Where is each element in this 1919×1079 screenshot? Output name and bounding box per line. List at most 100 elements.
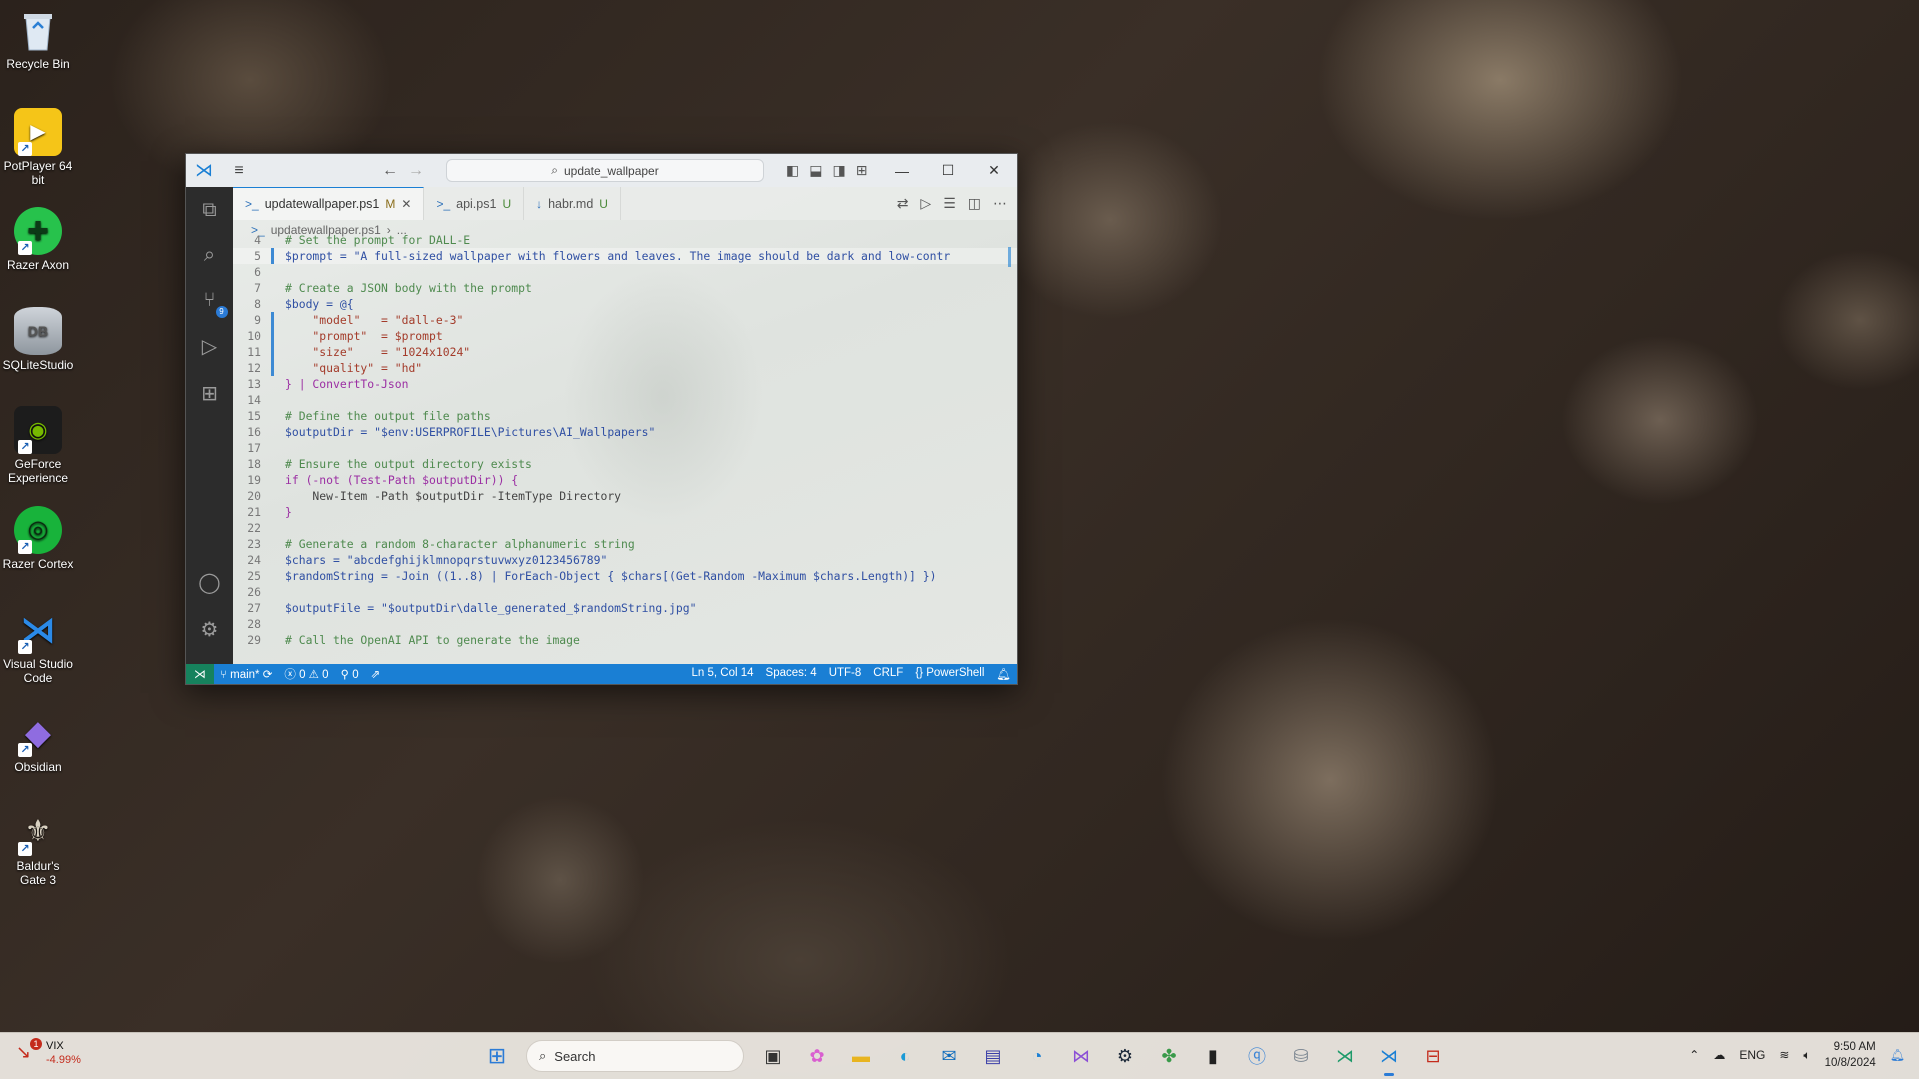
hamburger-menu-icon[interactable]: ≡: [222, 162, 256, 180]
customize-layout-icon[interactable]: ⊞: [856, 162, 868, 179]
wifi-icon[interactable]: ≋: [1779, 1048, 1789, 1062]
code-line[interactable]: 6: [233, 264, 1017, 280]
code-line[interactable]: 19 if (-not (Test-Path $outputDir)) {: [233, 472, 1017, 488]
desktop-icon-obsidian[interactable]: ◆ ↗ Obsidian: [2, 709, 74, 774]
ports-status[interactable]: ⚲ 0: [335, 667, 365, 681]
desktop-icon-potplayer[interactable]: ▶ ↗ PotPlayer 64 bit: [2, 108, 74, 187]
code-line[interactable]: 26: [233, 584, 1017, 600]
account-icon[interactable]: ◯: [196, 570, 224, 595]
code-line[interactable]: 12 "quality" = "hd": [233, 360, 1017, 376]
toggle-secondary-sidebar-icon[interactable]: ◨: [832, 162, 845, 179]
clock[interactable]: 9:50 AM 10/8/2024: [1825, 1039, 1876, 1071]
code-line[interactable]: 27 $outputFile = "$outputDir\dalle_genera…: [233, 600, 1017, 616]
onedrive-cloud-icon[interactable]: ☁: [1713, 1048, 1725, 1062]
terminal-icon[interactable]: ▮: [1198, 1041, 1228, 1071]
volume-icon[interactable]: 🔈︎: [1803, 1048, 1810, 1063]
sqlitestudio-taskbar-icon[interactable]: ⛁: [1286, 1041, 1316, 1071]
tab-updatewallpaper[interactable]: >_ updatewallpaper.ps1 M ✕: [233, 187, 425, 220]
file-explorer-icon[interactable]: ▬: [846, 1041, 876, 1071]
desktop-icon-vscode[interactable]: ⋊ ↗ Visual Studio Code: [2, 606, 74, 686]
code-line[interactable]: 29 # Call the OpenAI API to generate the …: [233, 632, 1017, 648]
back-arrow-icon[interactable]: ←: [382, 162, 398, 180]
code-line[interactable]: 16 $outputDir = "$env:USERPROFILE\Picture…: [233, 424, 1017, 440]
split-editor-icon[interactable]: ◫: [968, 195, 981, 212]
code-line[interactable]: 7 # Create a JSON body with the prompt: [233, 280, 1017, 296]
edge-icon[interactable]: ◐: [890, 1041, 920, 1071]
run-debug-icon[interactable]: ▷: [196, 334, 224, 359]
explorer-icon[interactable]: ⧉: [196, 199, 224, 222]
tab-habr[interactable]: ↓ habr.md U: [524, 187, 621, 220]
indentation-status[interactable]: Spaces: 4: [760, 667, 823, 681]
notifications-bell-icon[interactable]: 🔔︎: [990, 667, 1017, 681]
code-line[interactable]: 14: [233, 392, 1017, 408]
maximize-icon[interactable]: ☐: [925, 154, 971, 187]
qbittorrent-icon[interactable]: ⓠ: [1242, 1041, 1272, 1071]
code-line[interactable]: 4 # Set the prompt for DALL-E: [233, 232, 1017, 248]
desktop-icon-recycle-bin[interactable]: Recycle Bin: [2, 6, 74, 71]
task-view-icon[interactable]: ▣: [758, 1041, 788, 1071]
notifications-bell-icon[interactable]: 🔔︎: [1890, 1048, 1905, 1062]
vscode-taskbar-icon[interactable]: ⋊: [1374, 1041, 1404, 1076]
code-line[interactable]: 17: [233, 440, 1017, 456]
search-icon[interactable]: ⌕: [196, 244, 224, 267]
forward-arrow-icon[interactable]: →: [408, 162, 424, 180]
problems-status[interactable]: ⓧ 0 ⚠ 0: [278, 666, 334, 682]
code-editor[interactable]: 4 # Set the prompt for DALL-E 5 $prompt = "…: [233, 232, 1017, 664]
visual-studio-icon[interactable]: ⋈: [1066, 1041, 1096, 1071]
code-line[interactable]: 24 $chars = "abcdefghijklmnopqrstuvwxyz01…: [233, 552, 1017, 568]
plugin-app-icon[interactable]: ✤: [1154, 1041, 1184, 1071]
live-share-icon[interactable]: ⇗: [365, 667, 387, 681]
compare-changes-icon[interactable]: ⇄: [897, 195, 909, 212]
code-line[interactable]: 5 $prompt = "A full-sized wallpaper with …: [233, 248, 1017, 264]
remote-icon[interactable]: ⋊: [186, 664, 214, 684]
steam-icon[interactable]: ⚙: [1110, 1041, 1140, 1071]
code-line[interactable]: 21}: [233, 504, 1017, 520]
windows-start-icon[interactable]: ⊞: [482, 1041, 512, 1071]
cursor-position[interactable]: Ln 5, Col 14: [686, 667, 760, 681]
close-icon[interactable]: ✕: [401, 197, 411, 211]
code-line[interactable]: 22: [233, 520, 1017, 536]
gear-icon[interactable]: ⚙: [196, 617, 224, 642]
chevron-up-icon[interactable]: ⌃: [1689, 1048, 1699, 1062]
code-line[interactable]: 18 # Ensure the output directory exists: [233, 456, 1017, 472]
language-indicator[interactable]: ENG: [1739, 1048, 1765, 1062]
encoding-status[interactable]: UTF-8: [823, 667, 868, 681]
tab-api[interactable]: >_ api.ps1 U: [424, 187, 525, 220]
code-line[interactable]: 20 New-Item -Path $outputDir -ItemType D…: [233, 488, 1017, 504]
code-line[interactable]: 28: [233, 616, 1017, 632]
eol-status[interactable]: CRLF: [867, 667, 909, 681]
save-disk-icon[interactable]: ▤: [978, 1041, 1008, 1071]
code-line[interactable]: 25 $randomString = -Join ((1..8) | ForEac…: [233, 568, 1017, 584]
copilot-icon[interactable]: ✿: [802, 1041, 832, 1071]
toggle-panel-icon[interactable]: ⬓: [809, 162, 822, 179]
close-icon[interactable]: ✕: [971, 154, 1017, 187]
desktop-icon-geforce[interactable]: ◉ ↗ GeForce Experience: [2, 406, 74, 485]
command-center-search[interactable]: ⌕ update_wallpaper: [446, 159, 764, 182]
remote-desktop-icon[interactable]: ◔: [1022, 1041, 1052, 1071]
outlook-icon[interactable]: ✉: [934, 1041, 964, 1071]
code-line[interactable]: 10 "prompt" = $prompt: [233, 328, 1017, 344]
code-line[interactable]: 8 $body = @{: [233, 296, 1017, 312]
language-mode[interactable]: {} PowerShell: [909, 667, 990, 681]
scrollbar[interactable]: [1008, 247, 1011, 267]
source-control-icon[interactable]: ⑂ 9: [196, 289, 228, 318]
code-line[interactable]: 9 "model" = "dall-e-3": [233, 312, 1017, 328]
code-line[interactable]: 23 # Generate a random 8-character alphan…: [233, 536, 1017, 552]
code-line[interactable]: 11 "size" = "1024x1024": [233, 344, 1017, 360]
branch-status[interactable]: ⑂ main* ⟳: [214, 667, 278, 681]
toggle-primary-sidebar-icon[interactable]: ◧: [786, 162, 799, 179]
minimize-icon[interactable]: —: [879, 154, 925, 187]
vscode-insiders-icon[interactable]: ⋊: [1330, 1041, 1360, 1071]
stock-widget[interactable]: ↘ 1 VIX -4.99%: [16, 1038, 81, 1067]
extensions-icon[interactable]: ⊞: [196, 381, 224, 406]
taskbar-search[interactable]: ⌕ Search: [526, 1040, 744, 1072]
code-line[interactable]: 15 # Define the output file paths: [233, 408, 1017, 424]
desktop-icon-baldurs-gate[interactable]: ⚜ ↗ Baldur's Gate 3: [2, 808, 74, 888]
run-selection-icon[interactable]: ☰: [943, 195, 956, 212]
desktop-icon-sqlitestudio[interactable]: DB SQLiteStudio: [2, 307, 74, 372]
code-line[interactable]: 13} | ConvertTo-Json: [233, 376, 1017, 392]
desktop-icon-razer-cortex[interactable]: ◎ ↗ Razer Cortex: [2, 506, 74, 571]
desktop-icon-razer-axon[interactable]: ✚ ↗ Razer Axon: [2, 207, 74, 272]
run-icon[interactable]: ▷: [920, 195, 931, 212]
more-actions-icon[interactable]: ⋯: [993, 195, 1007, 212]
